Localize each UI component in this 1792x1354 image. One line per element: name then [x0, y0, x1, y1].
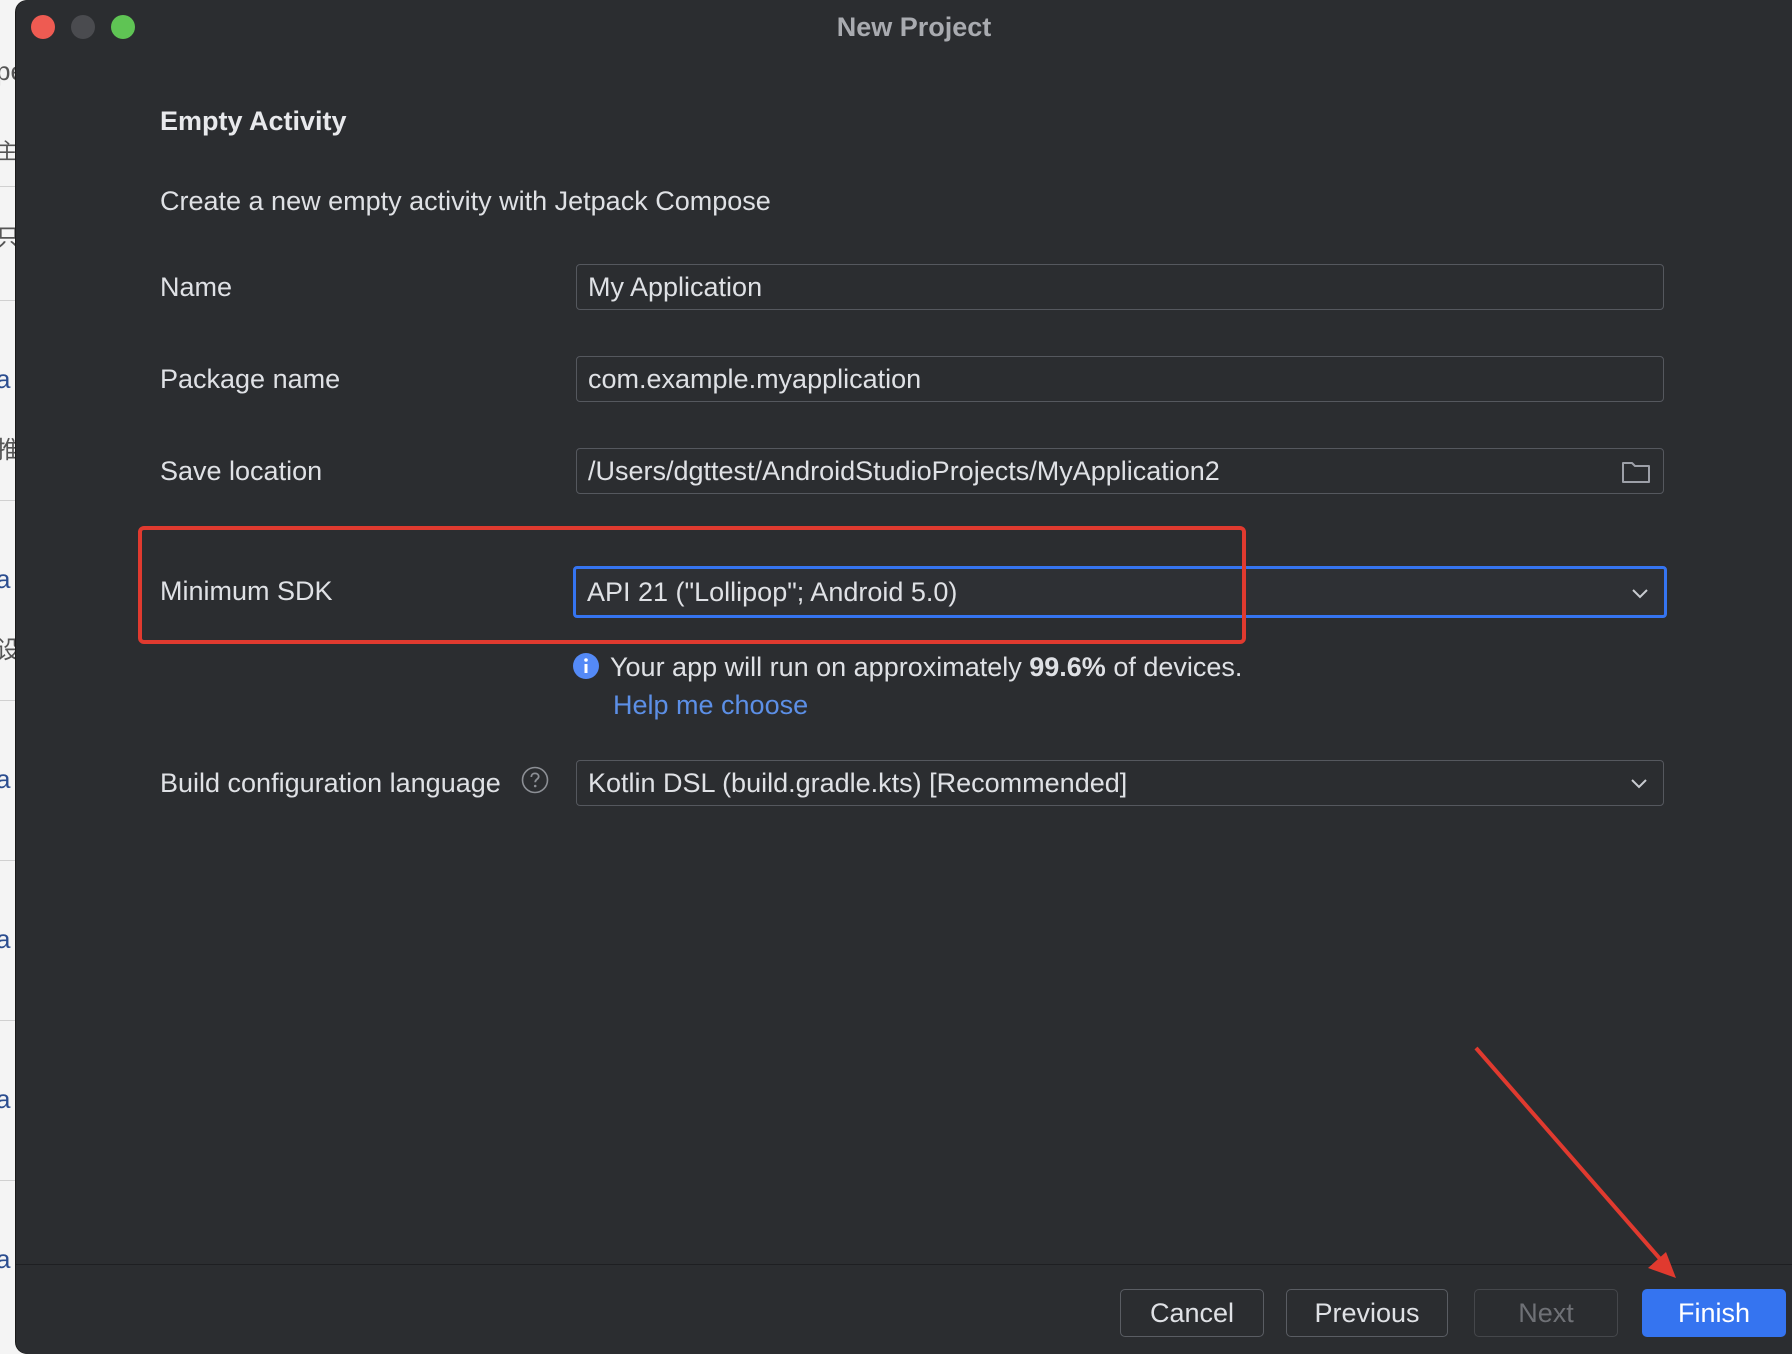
minimum-sdk-label: Minimum SDK [160, 576, 333, 606]
template-description: Create a new empty activity with Jetpack… [160, 186, 771, 216]
folder-icon[interactable] [1621, 457, 1651, 485]
template-title: Empty Activity [160, 106, 347, 136]
background-fragment: a [0, 764, 11, 794]
name-field[interactable]: My Application [576, 264, 1664, 310]
build-language-label: Build configuration language [160, 768, 501, 798]
minimum-sdk-value: API 21 ("Lollipop"; Android 5.0) [587, 577, 958, 607]
new-project-dialog: New Project Empty Activity Create a new … [16, 0, 1792, 1354]
next-button[interactable]: Next [1474, 1289, 1618, 1337]
background-fragment: a [0, 1084, 11, 1114]
title-bar: New Project [16, 0, 1792, 56]
save-location-field[interactable]: /Users/dgttest/AndroidStudioProjects/MyA… [576, 448, 1664, 494]
background-fragment: a [0, 564, 11, 594]
help-me-choose-link[interactable]: Help me choose [613, 690, 808, 721]
background-fragment: a [0, 364, 11, 394]
background-fragment: a [0, 924, 11, 954]
device-coverage-text: Your app will run on approximately 99.6%… [610, 652, 1243, 682]
chevron-down-icon [1631, 779, 1647, 789]
cancel-button[interactable]: Cancel [1120, 1289, 1264, 1337]
build-language-value: Kotlin DSL (build.gradle.kts) [Recommend… [588, 768, 1128, 798]
package-name-label: Package name [160, 364, 341, 394]
help-circle-icon[interactable] [521, 766, 549, 794]
minimum-sdk-dropdown[interactable]: API 21 ("Lollipop"; Android 5.0) [573, 566, 1667, 618]
background-fragment: a [0, 1244, 11, 1274]
window-title: New Project [836, 12, 992, 42]
footer-divider [16, 1264, 1792, 1265]
build-language-dropdown[interactable]: Kotlin DSL (build.gradle.kts) [Recommend… [576, 760, 1664, 806]
package-name-field[interactable]: com.example.myapplication [576, 356, 1664, 402]
previous-button[interactable]: Previous [1286, 1289, 1448, 1337]
name-label: Name [160, 272, 233, 302]
info-icon [573, 653, 599, 679]
chevron-down-icon [1632, 589, 1648, 599]
save-location-value: /Users/dgttest/AndroidStudioProjects/MyA… [588, 456, 1220, 486]
finish-button[interactable]: Finish [1642, 1289, 1786, 1337]
save-location-label: Save location [160, 456, 323, 486]
device-coverage-percent: 99.6% [1029, 652, 1106, 682]
